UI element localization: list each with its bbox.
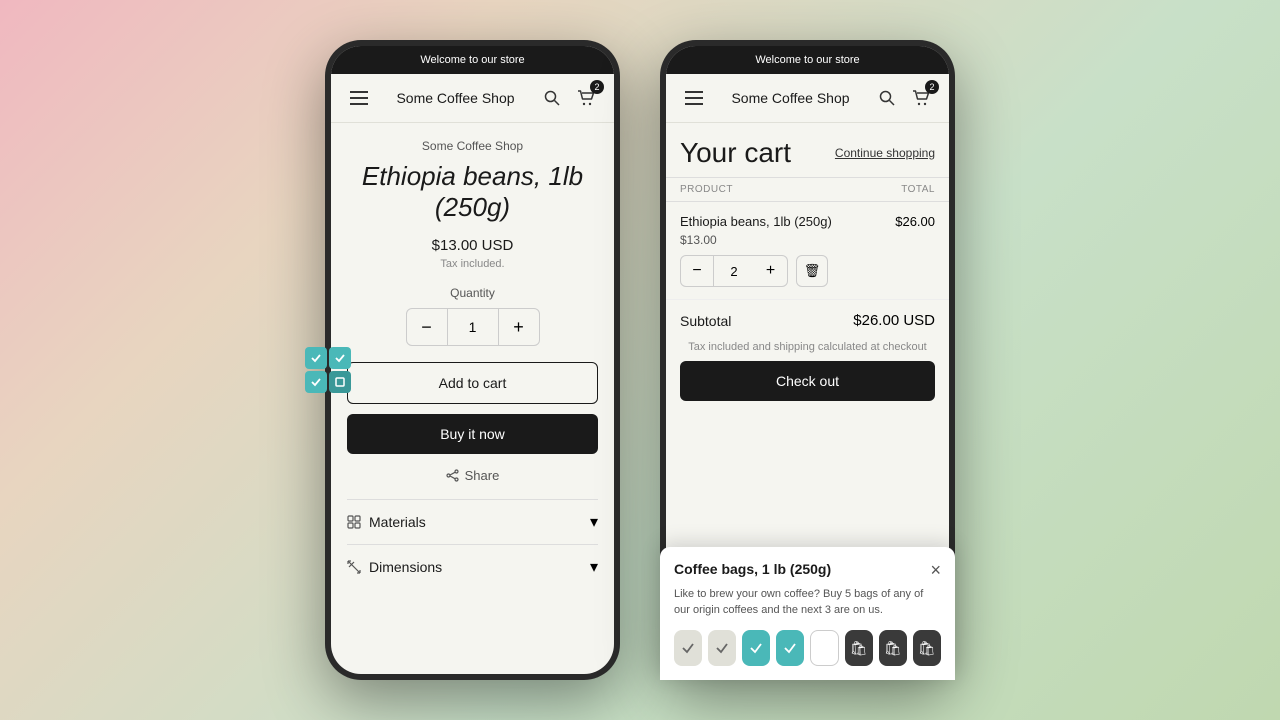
popup-icon-4	[776, 630, 804, 666]
popup-icon-7: 🛍	[879, 630, 907, 666]
continue-shopping-link[interactable]: Continue shopping	[835, 146, 935, 160]
popup-icon-5	[810, 630, 839, 666]
cart-qty-row: − 2 + 🗑	[680, 255, 935, 287]
popup-icon-6: 🛍	[845, 630, 873, 666]
cart-icon-2[interactable]: 2	[907, 84, 935, 112]
chevron-down-icon-1: ▾	[590, 512, 598, 532]
cart-item-name: Ethiopia beans, 1lb (250g)	[680, 214, 832, 229]
accordion-dimensions[interactable]: Dimensions ▾	[347, 544, 598, 589]
hamburger-icon-2[interactable]	[680, 84, 708, 112]
store-header-2: Some Coffee Shop 2	[666, 74, 949, 123]
share-label: Share	[465, 468, 500, 483]
quantity-increase[interactable]: +	[498, 308, 540, 346]
accordion-materials[interactable]: Materials ▾	[347, 499, 598, 544]
cart-quantity-value: 2	[714, 255, 754, 287]
chevron-down-icon-2: ▾	[590, 557, 598, 577]
cart-icon-1[interactable]: 2	[572, 84, 600, 112]
product-tax: Tax included.	[347, 258, 598, 270]
cart-popup: Coffee bags, 1 lb (250g) × Like to brew …	[666, 547, 949, 674]
phone-1: Welcome to our store Some Coffee Shop	[325, 40, 620, 680]
popup-icon-3	[742, 630, 770, 666]
store-banner-1: Welcome to our store	[331, 46, 614, 74]
popup-icon-8: 🛍	[913, 630, 941, 666]
cart-tax-note: Tax included and shipping calculated at …	[666, 341, 949, 361]
popup-header: Coffee bags, 1 lb (250g) ×	[674, 561, 941, 579]
phone-1-screen: Welcome to our store Some Coffee Shop	[331, 46, 614, 674]
quantity-decrease[interactable]: −	[406, 308, 448, 346]
subtotal-label: Subtotal	[680, 313, 731, 329]
header-icons-1: 2	[538, 84, 600, 112]
search-icon[interactable]	[538, 84, 566, 112]
phone-2: Welcome to our store Some Coffee Shop	[660, 40, 955, 680]
store-title-2: Some Coffee Shop	[731, 89, 849, 107]
store-banner-2: Welcome to our store	[666, 46, 949, 74]
cart-qty-control: − 2 +	[680, 255, 788, 287]
cart-item-row: Ethiopia beans, 1lb (250g) $26.00 $13.00…	[666, 202, 949, 300]
popup-icons-row: 🛍 🛍 🛍	[674, 630, 941, 666]
buy-now-button[interactable]: Buy it now	[347, 414, 598, 454]
col-total: TOTAL	[901, 184, 935, 195]
cart-delete-button[interactable]: 🗑	[796, 255, 828, 287]
overlay-icon-2	[329, 347, 351, 369]
cart-table-header: PRODUCT TOTAL	[666, 177, 949, 202]
subtotal-amount: $26.00 USD	[853, 312, 935, 329]
cart-subtotal-row: Subtotal $26.00 USD	[666, 300, 949, 341]
accordion-materials-label: Materials	[369, 514, 426, 530]
share-button[interactable]: Share	[347, 468, 598, 483]
banner-text-1: Welcome to our store	[420, 54, 524, 66]
cart-page-title: Your cart	[680, 137, 791, 169]
cart-item-total: $26.00	[895, 214, 935, 229]
col-product: PRODUCT	[680, 184, 733, 195]
cart-badge-1: 2	[590, 80, 604, 94]
product-page: Some Coffee Shop Ethiopia beans, 1lb (25…	[331, 123, 614, 674]
product-title: Ethiopia beans, 1lb (250g)	[347, 161, 598, 223]
store-title-1: Some Coffee Shop	[396, 89, 514, 107]
banner-text-2: Welcome to our store	[755, 54, 859, 66]
cart-badge-2: 2	[925, 80, 939, 94]
popup-icon-1	[674, 630, 702, 666]
product-price: $13.00 USD	[347, 237, 598, 254]
store-header-1: Some Coffee Shop 2	[331, 74, 614, 123]
phone-2-screen: Welcome to our store Some Coffee Shop	[666, 46, 949, 674]
overlay-icon-4	[329, 371, 351, 393]
accordion-dimensions-label: Dimensions	[369, 559, 442, 575]
checkout-button[interactable]: Check out	[680, 361, 935, 401]
cart-quantity-decrease[interactable]: −	[680, 255, 714, 287]
quantity-control: − 1 +	[347, 308, 598, 346]
quantity-label: Quantity	[347, 286, 598, 300]
icon-overlay	[305, 347, 351, 393]
product-brand: Some Coffee Shop	[347, 139, 598, 153]
popup-title: Coffee bags, 1 lb (250g)	[674, 561, 831, 577]
add-to-cart-button[interactable]: Add to cart	[347, 362, 598, 404]
hamburger-icon[interactable]	[345, 84, 373, 112]
cart-quantity-increase[interactable]: +	[754, 255, 788, 287]
search-icon-2[interactable]	[873, 84, 901, 112]
popup-description: Like to brew your own coffee? Buy 5 bags…	[674, 587, 941, 618]
cart-header-row: Your cart Continue shopping	[666, 123, 949, 177]
popup-close-button[interactable]: ×	[930, 561, 941, 579]
quantity-value: 1	[448, 308, 498, 346]
cart-item-price: $13.00	[680, 233, 935, 247]
popup-icon-2	[708, 630, 736, 666]
overlay-icon-3	[305, 371, 327, 393]
overlay-icon-1	[305, 347, 327, 369]
header-icons-2: 2	[873, 84, 935, 112]
